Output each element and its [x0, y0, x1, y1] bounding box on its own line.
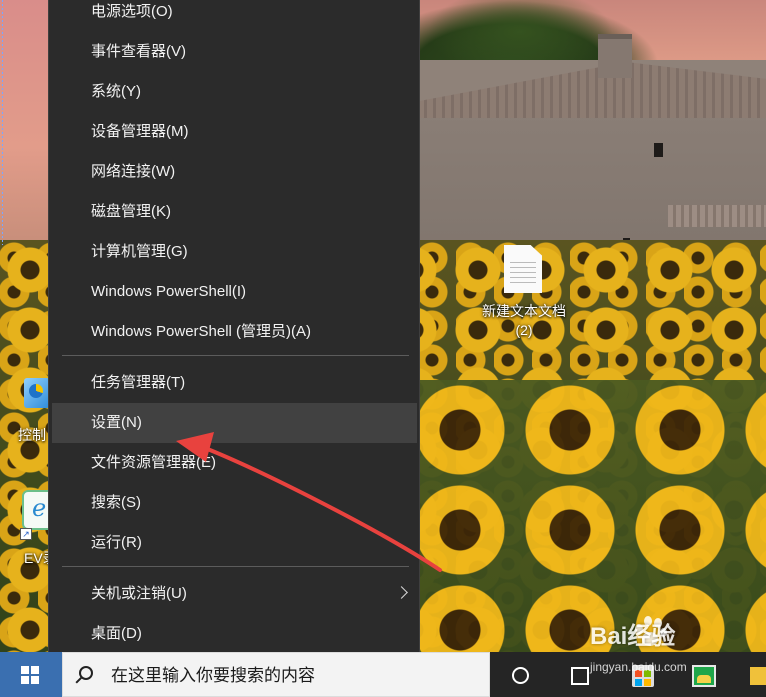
- desktop-icon-label: 控制: [18, 427, 46, 443]
- desktop-icon-label: 新建文本文档 (2): [482, 303, 566, 338]
- menu-separator: [62, 566, 409, 567]
- menu-separator: [62, 355, 409, 356]
- menu-item-file-explorer[interactable]: 文件资源管理器(E): [50, 443, 418, 483]
- shortcut-arrow-icon: ↗: [20, 528, 32, 540]
- menu-item-label: 关机或注销(U): [91, 585, 187, 602]
- menu-item-event-viewer[interactable]: 事件查看器(V): [50, 32, 418, 72]
- menu-item-desktop[interactable]: 桌面(D): [50, 614, 418, 654]
- watermark-brand: Bai经验: [590, 623, 676, 650]
- text-document-lines: [510, 262, 536, 286]
- windows-start-icon: [21, 666, 39, 684]
- menu-item-computer-management[interactable]: 计算机管理(G): [50, 232, 418, 272]
- winx-context-menu: 电源选项(O) 事件查看器(V) 系统(Y) 设备管理器(M) 网络连接(W) …: [48, 0, 420, 663]
- menu-item-settings[interactable]: 设置(N): [52, 403, 417, 443]
- menu-item-disk-management[interactable]: 磁盘管理(K): [50, 192, 418, 232]
- chevron-right-icon: [395, 586, 408, 599]
- wallpaper-left-sky: [0, 0, 48, 245]
- wallpaper-side-roof: [668, 205, 766, 227]
- search-placeholder: 在这里输入你要搜索的内容: [111, 666, 315, 685]
- watermark-url: jingyan.baidu.com: [590, 660, 687, 674]
- wallpaper-chimney: [598, 34, 632, 78]
- taskbar: 在这里输入你要搜索的内容: [0, 652, 766, 697]
- file-explorer-icon[interactable]: [750, 667, 766, 685]
- menu-item-search[interactable]: 搜索(S): [50, 483, 418, 523]
- wallpaper-sunflowers-near: [410, 380, 766, 652]
- menu-item-shutdown-signout[interactable]: 关机或注销(U): [50, 574, 418, 614]
- photos-icon[interactable]: [692, 665, 716, 687]
- menu-item-powershell[interactable]: Windows PowerShell(I): [50, 272, 418, 312]
- start-button[interactable]: [0, 652, 62, 697]
- search-icon: [79, 666, 93, 680]
- taskbar-search-box[interactable]: 在这里输入你要搜索的内容: [62, 652, 490, 697]
- menu-item-powershell-admin[interactable]: Windows PowerShell (管理员)(A): [50, 312, 418, 352]
- wallpaper-window: [654, 143, 663, 157]
- menu-item-task-manager[interactable]: 任务管理器(T): [50, 363, 418, 403]
- menu-item-network-connections[interactable]: 网络连接(W): [50, 152, 418, 192]
- task-view-icon[interactable]: [571, 665, 591, 685]
- menu-item-power-options[interactable]: 电源选项(O): [50, 0, 418, 32]
- menu-item-system[interactable]: 系统(Y): [50, 72, 418, 112]
- control-panel-icon: [24, 378, 50, 408]
- menu-item-run[interactable]: 运行(R): [50, 523, 418, 563]
- menu-item-device-manager[interactable]: 设备管理器(M): [50, 112, 418, 152]
- selection-border: [2, 0, 3, 245]
- cortana-icon[interactable]: [512, 667, 529, 684]
